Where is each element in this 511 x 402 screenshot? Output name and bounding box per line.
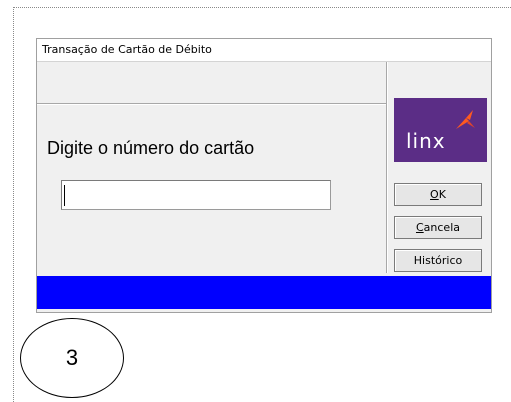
title-bar: Transação de Cartão de Débito	[37, 39, 491, 62]
vertical-divider	[386, 62, 388, 273]
card-number-input[interactable]	[61, 180, 331, 210]
separator-line	[37, 103, 386, 105]
cancel-label-rest: ancela	[423, 221, 460, 234]
cancel-button[interactable]: Cancela	[394, 216, 482, 239]
linx-logo: linx	[394, 98, 487, 162]
history-button[interactable]: Histórico	[394, 249, 482, 272]
ok-label-rest: K	[438, 188, 446, 201]
page-border-top	[13, 7, 511, 8]
step-marker-circle: 3	[20, 318, 124, 398]
ok-mnemonic: O	[430, 188, 439, 201]
dialog-title: Transação de Cartão de Débito	[42, 43, 212, 56]
step-number: 3	[65, 345, 79, 370]
debit-card-dialog: Transação de Cartão de Débito Digite o n…	[36, 38, 492, 313]
card-number-prompt: Digite o número do cartão	[47, 138, 255, 158]
linx-arrow-icon	[456, 110, 475, 129]
status-bar	[37, 276, 491, 309]
cancel-mnemonic: C	[415, 221, 424, 234]
ok-button[interactable]: OK	[394, 183, 482, 206]
page-border-left	[13, 7, 14, 402]
text-caret	[64, 185, 65, 206]
linx-logo-text: linx	[406, 129, 446, 153]
